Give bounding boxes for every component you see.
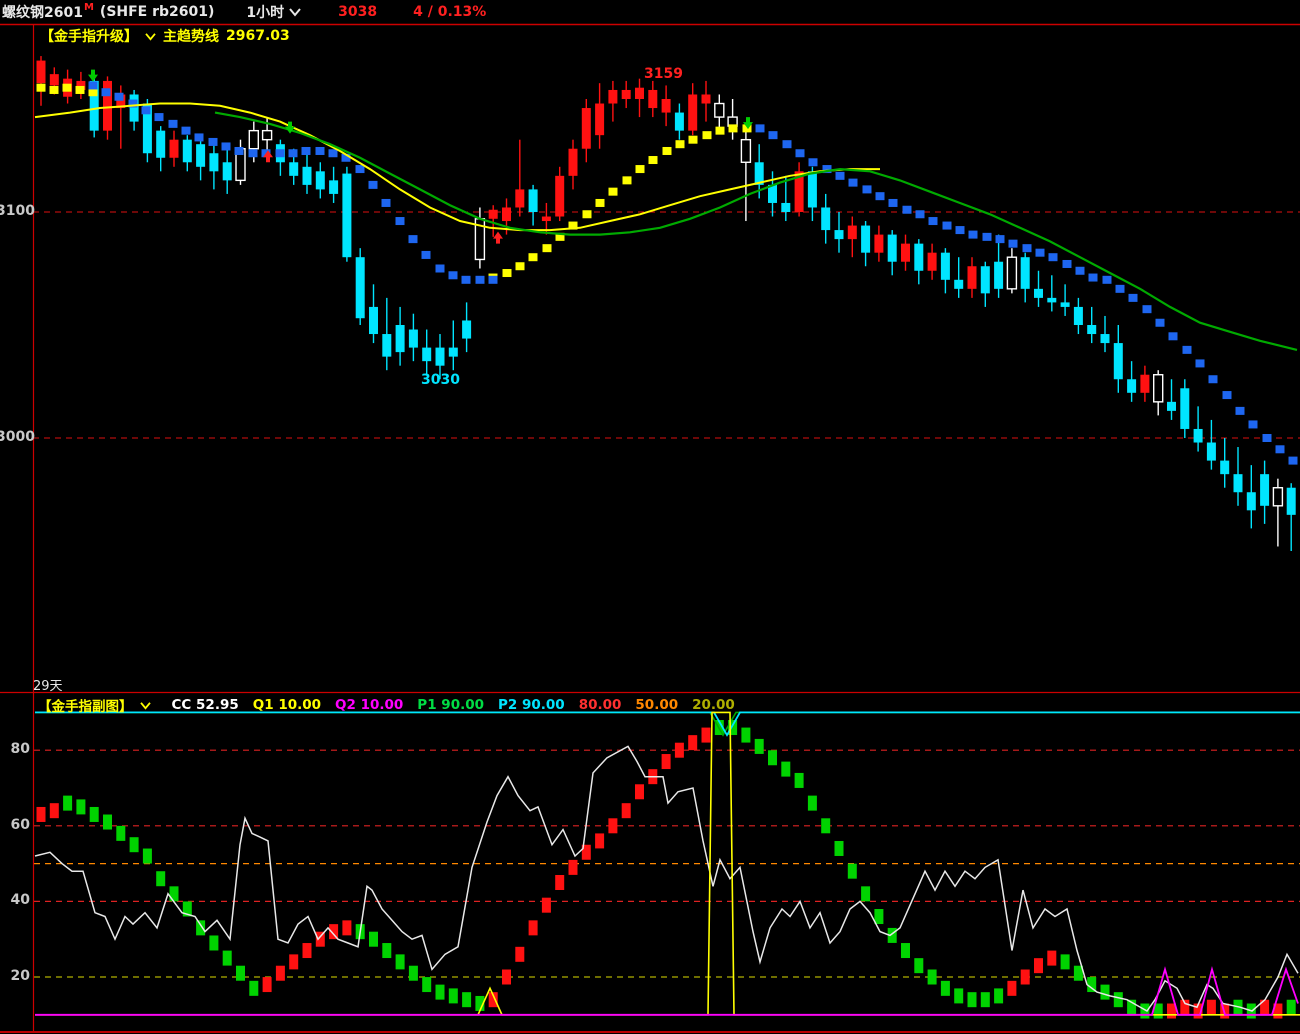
symbol-name[interactable]: 螺纹钢2601 <box>2 2 83 22</box>
price-change: 4 / 0.13% <box>413 4 486 20</box>
trading-app-window: 螺纹钢2601M (SHFE rb2601) 1小时 3038 4 / 0.13… <box>0 0 1300 1034</box>
osc-axis-label: 80 <box>4 741 30 757</box>
indicator-field: P1 90.00 <box>417 697 484 713</box>
indicator-field: Q1 10.00 <box>253 697 321 713</box>
timeframe-selector[interactable]: 1小时 <box>246 2 284 22</box>
price-axis-label: 3100 <box>0 203 35 219</box>
osc-axis-label: 60 <box>4 817 30 833</box>
indicator-field: CC 52.95 <box>172 697 239 713</box>
indicator-field: 80.00 <box>579 697 622 713</box>
trend-line-label: 主趋势线 <box>163 26 219 46</box>
period-count-label: 29天 <box>33 675 63 694</box>
osc-axis-label: 20 <box>4 968 30 984</box>
exchange-code: (SHFE rb2601) <box>100 4 215 20</box>
last-price: 3038 <box>338 4 377 20</box>
swing-low-label: 3030 <box>421 372 460 388</box>
contract-flag: M <box>84 2 94 13</box>
price-axis-label: 3000 <box>0 429 35 445</box>
chart-frame <box>0 0 1300 1034</box>
indicator-field: 50.00 <box>635 697 678 713</box>
trend-line-value: 2967.03 <box>226 28 290 44</box>
sub-indicator-name[interactable]: 【金手指副图】 <box>38 695 133 715</box>
osc-axis-label: 40 <box>4 892 30 908</box>
chart-canvas[interactable] <box>0 0 1300 1034</box>
main-indicator-name[interactable]: 【金手指升级】 <box>40 26 138 46</box>
indicator-field: Q2 10.00 <box>335 697 403 713</box>
title-bar: 螺纹钢2601M (SHFE rb2601) 1小时 3038 4 / 0.13… <box>2 2 486 22</box>
indicator-field: 20.00 <box>692 697 735 713</box>
main-indicator-row: 【金手指升级】 主趋势线 2967.03 <box>40 26 290 46</box>
chevron-down-icon[interactable] <box>139 701 152 710</box>
indicator-field: P2 90.00 <box>498 697 565 713</box>
chevron-down-icon[interactable] <box>288 7 302 17</box>
chevron-down-icon[interactable] <box>144 32 157 41</box>
swing-high-label: 3159 <box>644 66 683 82</box>
sub-indicator-row: 【金手指副图】 CC 52.95 Q1 10.00 Q2 10.00 P1 90… <box>38 695 735 715</box>
